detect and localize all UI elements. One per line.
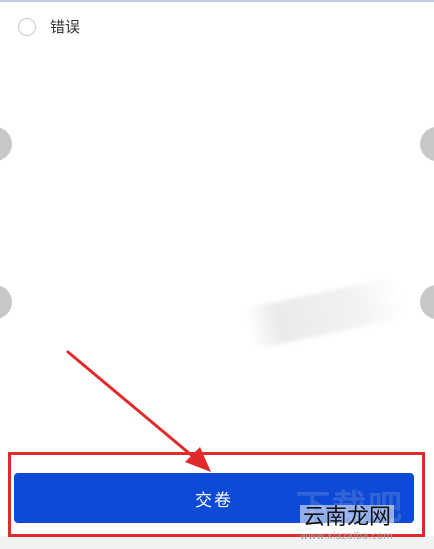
top-divider	[0, 0, 434, 2]
quiz-screen: 错误 交卷 下载吧 云南龙网 www.xiazaiba.com	[0, 0, 434, 549]
answer-option-wrong[interactable]: 错误	[18, 16, 80, 37]
red-arrow-icon	[66, 350, 211, 472]
submit-exam-button[interactable]: 交卷	[14, 473, 414, 523]
right-edge-control-2	[420, 285, 434, 319]
bottom-strip	[0, 536, 434, 549]
radio-empty-icon[interactable]	[18, 17, 36, 36]
left-edge-control-1	[0, 127, 12, 161]
right-edge-control-1	[420, 127, 434, 161]
left-edge-control-2	[0, 285, 12, 319]
option-label: 错误	[50, 18, 81, 36]
blurred-watermark	[243, 276, 407, 350]
